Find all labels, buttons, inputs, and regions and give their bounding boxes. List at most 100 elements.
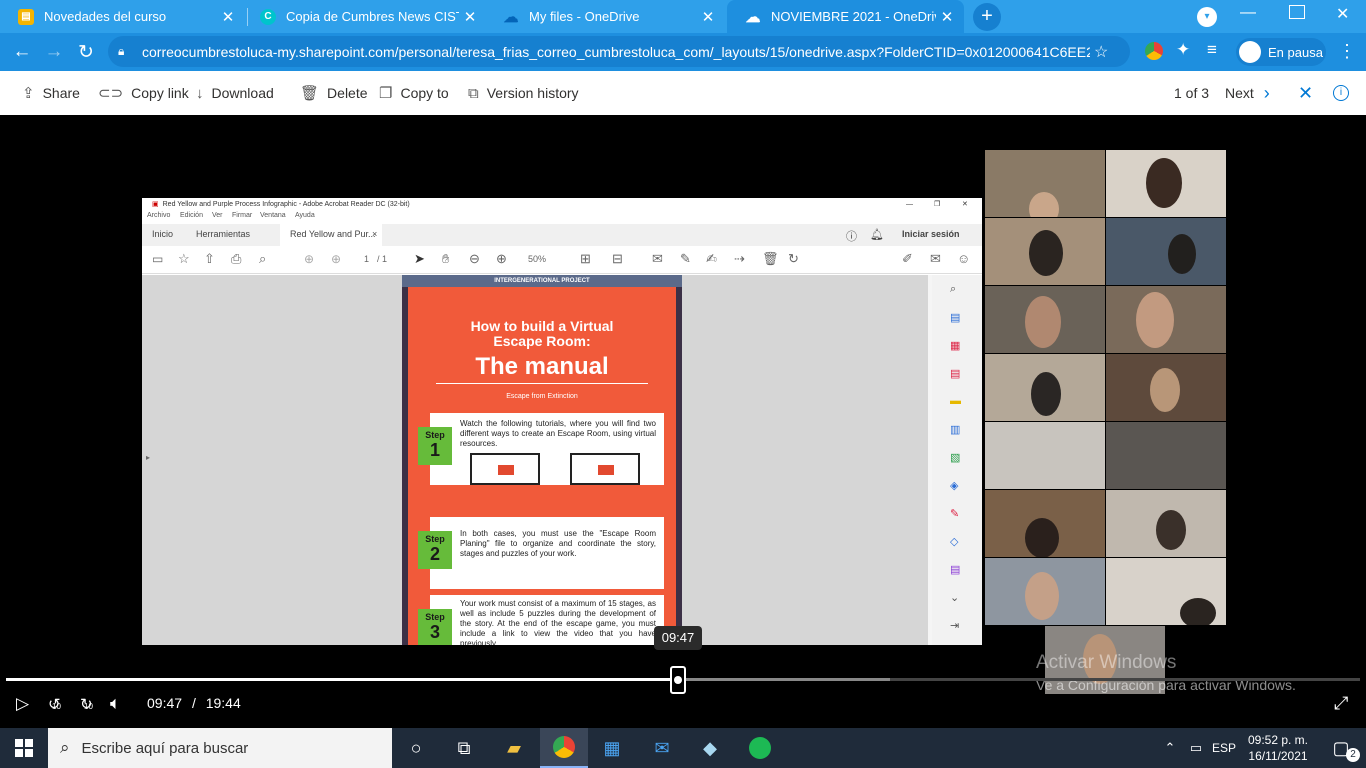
close-icon: ✕	[962, 201, 968, 208]
mail-icon[interactable]: ✉	[638, 728, 686, 768]
next-page-icon: ⊕	[331, 252, 342, 266]
network-icon[interactable]: ▭	[1184, 728, 1208, 768]
address-bar[interactable]: 🔒︎ correocumbrestoluca-my.sharepoint.com…	[108, 36, 1130, 67]
menu-item: Firmar	[232, 212, 253, 219]
copy-link-button[interactable]: ⊂⊃ Copy link	[98, 71, 189, 115]
step-label: Step	[425, 612, 445, 622]
participant-tile	[985, 354, 1105, 421]
lock-icon: 🔒︎	[118, 44, 125, 58]
tab-noviembre[interactable]: ☁ NOVIEMBRE 2021 - OneDrive ✕	[727, 0, 964, 33]
trash-icon: 🗑︎	[762, 251, 779, 266]
extension-icon[interactable]	[1145, 42, 1163, 60]
chevron-up-icon[interactable]: ⌃	[1158, 728, 1182, 768]
step-number: 2	[429, 544, 440, 564]
step-text: In both cases, you must use the "Escape …	[460, 529, 656, 558]
select-cursor-icon: ➤	[414, 251, 425, 266]
print-icon: ⎙	[231, 251, 242, 266]
prev-page-icon: ⊕	[304, 252, 315, 266]
skip-back-label: 10	[52, 702, 61, 711]
volume-button[interactable]: 🔈︎	[110, 693, 121, 714]
zoom-out-icon: ⊖	[469, 251, 480, 266]
save-icon: ▭	[152, 252, 164, 266]
share-icon: ⇢	[734, 251, 745, 266]
share-button[interactable]: ⇪ Share	[22, 71, 80, 115]
taskbar-search-box[interactable]: ⌕ Escribe aquí para buscar	[48, 728, 392, 768]
close-icon[interactable]: ✕	[697, 8, 719, 26]
calendar-icon[interactable]: ▦	[588, 728, 636, 768]
star-icon: ☆	[178, 251, 190, 266]
copy-to-button[interactable]: ❐ Copy to	[379, 71, 449, 115]
info-button[interactable]: i	[1333, 71, 1349, 115]
forward-button[interactable]: →	[38, 33, 70, 71]
help-icon: ⓘ	[846, 231, 857, 243]
reading-list-icon[interactable]: ≡	[1207, 40, 1217, 60]
pdf-title: How to build a Virtual Escape Room:	[408, 319, 676, 349]
mail-icon: ✉	[930, 251, 941, 266]
pdf-banner: INTERGENERATIONAL PROJECT	[402, 275, 682, 287]
cortana-icon[interactable]: ○	[392, 728, 440, 768]
back-button[interactable]: ←	[6, 33, 38, 71]
close-icon[interactable]: ✕	[217, 8, 239, 26]
step-badge: Step 3	[418, 609, 452, 645]
step-label: Step	[425, 534, 445, 544]
restore-icon[interactable]	[1289, 5, 1305, 19]
tab-search-icon[interactable]: ▾	[1197, 7, 1217, 27]
sign-icon: ✍︎	[706, 251, 717, 266]
pdf-title-line1: How to build a Virtual	[470, 318, 614, 334]
protect-icon: ◇	[950, 536, 959, 548]
tab-my-files[interactable]: ☁ My files - OneDrive ✕	[485, 0, 725, 33]
task-view-icon[interactable]: ⧉	[440, 728, 488, 768]
play-button[interactable]: ▷	[16, 694, 29, 714]
chrome-logo-icon	[553, 736, 575, 758]
play-icon	[498, 465, 514, 475]
menu-kebab-icon[interactable]: ⋮	[1338, 41, 1356, 62]
skip-back-button[interactable]: ↺ 10	[48, 694, 61, 714]
close-icon[interactable]: ✕	[459, 8, 481, 26]
spotify-icon[interactable]	[736, 728, 784, 768]
fullscreen-button[interactable]: ⤢	[1334, 693, 1348, 714]
upload-icon: ⇧	[204, 251, 215, 266]
reload-button[interactable]: ↻	[70, 33, 102, 71]
window-close-icon[interactable]: ✕	[1336, 4, 1349, 24]
chrome-icon[interactable]	[540, 728, 588, 768]
delete-button[interactable]: 🗑︎ Delete	[300, 71, 368, 115]
next-button[interactable]: Next ›	[1225, 71, 1270, 115]
minimize-icon[interactable]: —	[1240, 4, 1262, 22]
app-icon[interactable]: ◆	[686, 728, 734, 768]
page-total: / 1	[377, 254, 388, 264]
scroll-mode-icon: ⊟	[612, 251, 623, 266]
tab-title: My files - OneDrive	[529, 9, 640, 24]
file-explorer-icon[interactable]: ▰	[490, 728, 538, 768]
start-button[interactable]	[0, 728, 48, 768]
profile-button[interactable]: En pausa	[1236, 38, 1326, 66]
tab-cumbres-news[interactable]: C Copia de Cumbres News CIST oc ✕	[242, 0, 487, 33]
duration: 19:44	[205, 695, 241, 711]
page-number: 1	[364, 254, 370, 264]
sign-in-link: Iniciar sesión	[902, 229, 960, 239]
extensions-puzzle-icon[interactable]: ✦	[1176, 40, 1190, 60]
skip-forward-button[interactable]: ↻ 10	[80, 694, 93, 714]
bell-icon: 🔔︎	[870, 229, 884, 241]
share-icon: ⇪	[22, 85, 35, 102]
comment-icon: ▬	[950, 395, 961, 407]
expand-icon: ⌄	[950, 592, 960, 604]
notifications-button[interactable]: ▢ 2	[1318, 728, 1364, 768]
seek-progress	[6, 678, 678, 681]
close-icon[interactable]: ✕	[936, 8, 958, 26]
tab-novedades[interactable]: ▤ Novedades del curso ✕	[0, 0, 245, 33]
new-tab-button[interactable]: +	[973, 3, 1001, 31]
step-label: Step	[425, 430, 445, 440]
seek-handle[interactable]	[670, 666, 686, 694]
bookmark-star-icon[interactable]: ☆	[1094, 42, 1108, 62]
participant-tile	[1106, 422, 1226, 489]
close-viewer-button[interactable]: ✕	[1298, 71, 1313, 115]
taskbar-clock[interactable]: 09:52 p. m. 16/11/2021	[1238, 732, 1318, 764]
download-button[interactable]: ↓ Download	[196, 71, 274, 115]
language-indicator[interactable]: ESP	[1210, 728, 1238, 768]
acrobat-title: Red Yellow and Purple Process Infographi…	[162, 201, 410, 208]
collapse-pane-icon: ⇥	[950, 620, 960, 632]
windows-taskbar: ⌕ Escribe aquí para buscar ○ ⧉ ▰ ▦ ✉ ◆ ⌃…	[0, 728, 1366, 768]
participant-face	[1031, 372, 1061, 416]
version-history-button[interactable]: ⧉ Version history	[468, 71, 579, 115]
combine-icon: ▥	[950, 424, 961, 436]
